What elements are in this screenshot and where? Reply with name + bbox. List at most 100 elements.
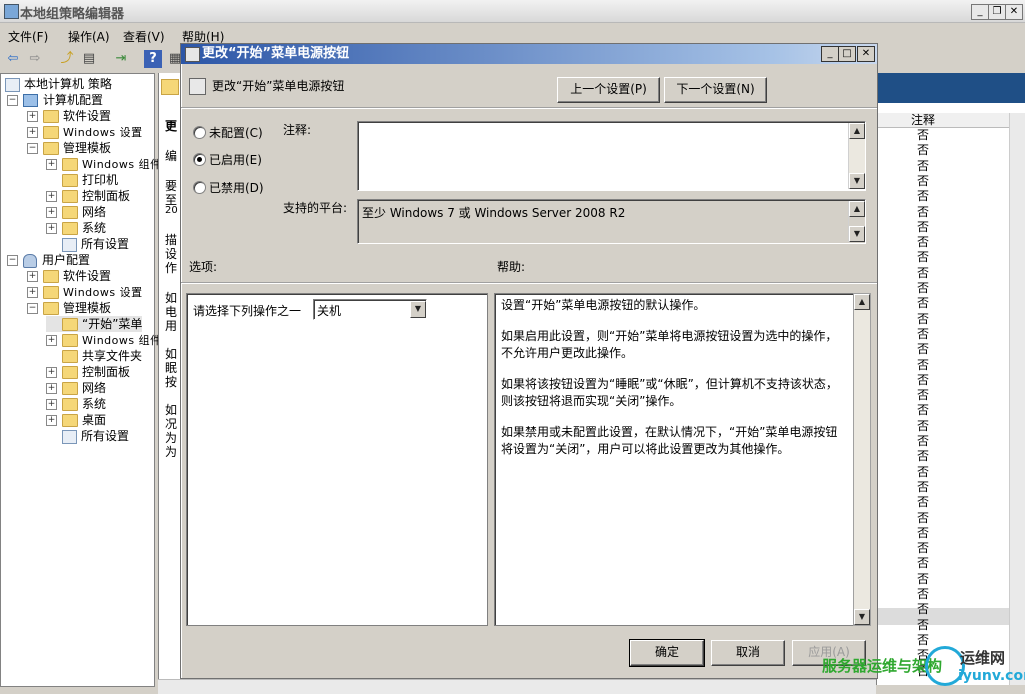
close-button[interactable]: ✕ (1005, 4, 1023, 20)
dialog-maximize-button[interactable]: □ (838, 46, 856, 62)
tree-uc-network[interactable]: + 网络 (46, 380, 106, 396)
expand-icon[interactable]: + (46, 399, 57, 410)
comment-cell: 否 (917, 296, 930, 311)
tree-uc-desktop[interactable]: + 桌面 (46, 412, 106, 428)
expand-icon[interactable]: + (46, 335, 57, 346)
fragment: 更 (165, 119, 178, 133)
expand-icon[interactable]: + (27, 111, 38, 122)
tree-cc-all-settings[interactable]: 所有设置 (46, 236, 129, 252)
tree-cc-printers[interactable]: 打印机 (46, 172, 118, 188)
platform-scrollbar[interactable]: ▲ ▼ (848, 201, 865, 242)
description-pane-partial: 更 编 要 至 20 描 设 作 如 电 用 如 眠 按 如 况 为 为 (158, 73, 181, 685)
folder-icon (161, 79, 179, 95)
tree-uc-win-components[interactable]: + Windows 组件 (46, 332, 162, 348)
ok-button[interactable]: 确定 (629, 639, 705, 667)
menu-action[interactable]: 操作(A) (68, 28, 110, 45)
tree-uc-control-panel[interactable]: + 控制面板 (46, 364, 130, 380)
help-paragraph: 如果启用此设置，则“开始”菜单将电源按钮设置为选中的操作，不允许用户更改此操作。 (501, 329, 838, 360)
help-icon[interactable]: ? (144, 50, 162, 68)
expand-icon[interactable]: + (46, 383, 57, 394)
menu-view[interactable]: 查看(V) (123, 28, 165, 45)
collapse-icon[interactable]: − (7, 255, 18, 266)
scroll-down-arrow[interactable]: ▼ (854, 609, 870, 625)
expand-icon[interactable]: + (46, 159, 57, 170)
comment-scrollbar[interactable]: ▲ ▼ (848, 123, 865, 189)
tree-uc-system[interactable]: + 系统 (46, 396, 106, 412)
folder-icon (43, 142, 59, 155)
expand-icon[interactable]: + (27, 271, 38, 282)
scroll-up-arrow[interactable]: ▲ (849, 201, 865, 217)
expand-icon[interactable]: + (46, 415, 57, 426)
folder-icon (43, 126, 59, 139)
menu-file[interactable]: 文件(F) (8, 28, 48, 45)
comment-textarea[interactable]: ▲ ▼ (357, 121, 866, 191)
help-scrollbar[interactable]: ▲ ▼ (853, 293, 871, 626)
dialog-close-button[interactable]: ✕ (857, 46, 875, 62)
comment-cell: 否 (917, 265, 930, 280)
tree-cc-win-components[interactable]: + Windows 组件 (46, 156, 162, 172)
minimize-button[interactable]: _ (971, 4, 989, 20)
action-select[interactable]: 关机 ▼ (313, 299, 427, 320)
comment-cell: 否 (917, 541, 930, 556)
tree-cc-windows[interactable]: + Windows 设置 (27, 124, 143, 140)
tree-cc-admin[interactable]: − 管理模板 (27, 140, 111, 156)
export-list-icon[interactable]: ⇥ (112, 50, 130, 68)
scroll-up-arrow[interactable]: ▲ (854, 294, 870, 310)
radio-not-configured[interactable] (193, 126, 206, 139)
collapse-icon[interactable]: − (7, 95, 18, 106)
help-label: 帮助: (497, 260, 526, 274)
horizontal-scrollbar[interactable] (158, 679, 876, 694)
radio-enabled-label[interactable]: 已启用(E) (209, 151, 262, 168)
show-hide-tree-icon[interactable]: ▤ (80, 50, 98, 68)
expand-icon[interactable]: + (27, 127, 38, 138)
scroll-down-arrow[interactable]: ▼ (849, 226, 865, 242)
tree-user-config[interactable]: − 用户配置 (7, 252, 90, 268)
next-setting-button[interactable]: 下一个设置(N) (664, 77, 767, 103)
expand-icon[interactable]: + (27, 287, 38, 298)
tree-root[interactable]: 本地计算机 策略 (5, 76, 112, 92)
chevron-down-icon[interactable]: ▼ (410, 301, 426, 318)
tree-cc-software[interactable]: + 软件设置 (27, 108, 111, 124)
previous-setting-button[interactable]: 上一个设置(P) (557, 77, 660, 103)
vertical-scrollbar[interactable] (1009, 113, 1025, 685)
comment-cell: 否 (917, 403, 930, 418)
comment-cell: 否 (917, 311, 930, 326)
tree-cc-system[interactable]: + 系统 (46, 220, 106, 236)
comment-cell: 否 (917, 219, 930, 234)
tree-uc-software[interactable]: + 软件设置 (27, 268, 111, 284)
tree-computer-config[interactable]: − 计算机配置 (7, 92, 103, 108)
cancel-button[interactable]: 取消 (711, 640, 785, 666)
scroll-up-arrow[interactable]: ▲ (849, 123, 865, 139)
help-panel: 设置“开始”菜单电源按钮的默认操作。 如果启用此设置，则“开始”菜单将电源按钮设… (494, 293, 854, 626)
expand-icon[interactable]: + (46, 207, 57, 218)
expand-icon[interactable]: + (46, 367, 57, 378)
expand-icon[interactable]: + (46, 223, 57, 234)
column-header-comment[interactable]: 注释 (877, 113, 1009, 128)
tree-cc-network[interactable]: + 网络 (46, 204, 106, 220)
radio-enabled[interactable] (193, 153, 206, 166)
collapse-icon[interactable]: − (27, 143, 38, 154)
tree-cc-control-panel[interactable]: + 控制面板 (46, 188, 130, 204)
scroll-down-arrow[interactable]: ▼ (849, 173, 865, 189)
comment-cell: 否 (917, 326, 930, 341)
restore-button[interactable]: ❐ (988, 4, 1006, 20)
radio-not-configured-label[interactable]: 未配置(C) (209, 124, 263, 141)
collapse-icon[interactable]: − (27, 303, 38, 314)
radio-disabled-label[interactable]: 已禁用(D) (209, 179, 264, 196)
fragment: 20 (165, 205, 178, 216)
comment-cell: 否 (917, 357, 930, 372)
tree-uc-admin[interactable]: − 管理模板 (27, 300, 111, 316)
tree-uc-windows[interactable]: + Windows 设置 (27, 284, 143, 300)
dialog-minimize-button[interactable]: _ (821, 46, 839, 62)
back-icon[interactable]: ⇦ (4, 50, 22, 68)
forward-icon[interactable]: ⇨ (26, 50, 44, 68)
tree-uc-shared-folders[interactable]: 共享文件夹 (46, 348, 142, 364)
tree-uc-all-settings[interactable]: 所有设置 (46, 428, 129, 444)
expand-icon[interactable]: + (46, 191, 57, 202)
folder-icon (62, 206, 78, 219)
up-folder-icon[interactable]: ⤴ (58, 50, 76, 68)
comment-column: 否否否否否否否否否否否否否否否否否否否否否否否否否否否否否否否否否否否否 (877, 129, 1009, 685)
radio-disabled[interactable] (193, 181, 206, 194)
app-icon (4, 4, 19, 19)
tree-uc-start-menu[interactable]: “开始”菜单 (46, 316, 143, 332)
